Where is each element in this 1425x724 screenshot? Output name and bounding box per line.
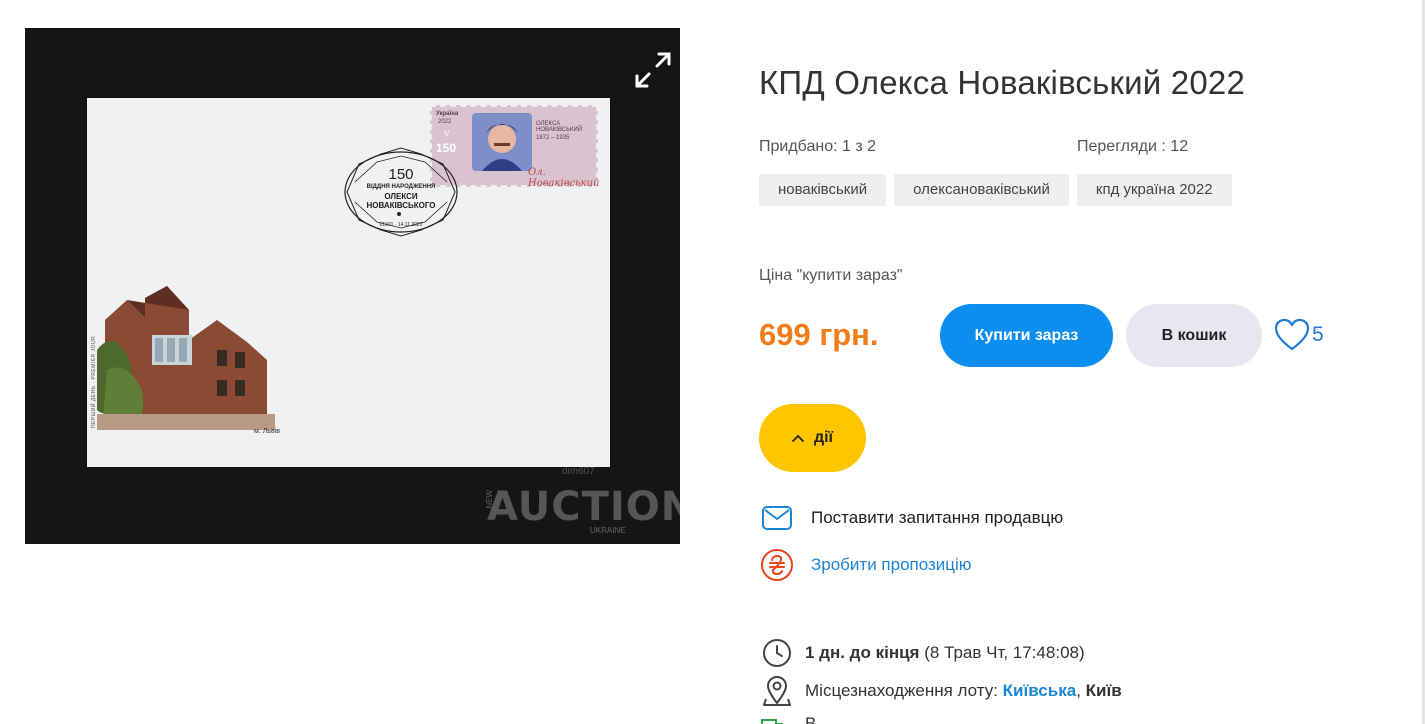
price-value: 699 грн. — [759, 317, 879, 352]
location-separator: , — [1076, 681, 1081, 700]
make-offer-label: Зробити пропозицію — [811, 555, 972, 574]
location-label: Місцезнаходження лоту: — [805, 681, 998, 700]
favorite-button[interactable]: 5 — [1274, 318, 1324, 352]
time-left-row: 1 дн. до кінця (8 Трав Чт, 17:48:08) — [760, 636, 1085, 670]
watermark-user: dim607 — [562, 466, 595, 477]
clock-icon — [760, 636, 794, 670]
lot-title: КПД Олекса Новаківський 2022 — [759, 64, 1246, 101]
delivery-row: В... — [760, 714, 831, 724]
time-left: 1 дн. до кінця — [805, 643, 920, 662]
stamp-signature: Ол. Новаківський — [528, 167, 600, 189]
actions-toggle-button[interactable]: дії — [759, 404, 866, 472]
region-link[interactable]: Київська — [1003, 681, 1077, 700]
hryvnia-icon — [760, 548, 794, 582]
heart-icon — [1274, 318, 1310, 351]
expand-icon[interactable] — [633, 50, 673, 90]
delivery-label: В... — [805, 714, 831, 724]
end-date: (8 Трав Чт, 17:48:08) — [924, 643, 1085, 662]
mail-icon — [760, 501, 794, 535]
add-to-cart-button[interactable]: В кошик — [1126, 304, 1262, 367]
chevron-up-icon — [792, 435, 804, 442]
purchased-count: Придбано: 1 з 2 — [759, 138, 877, 155]
favorites-count: 5 — [1312, 323, 1324, 346]
price-label: Ціна "купити зараз" — [759, 267, 903, 284]
make-offer-link[interactable]: Зробити пропозицію — [760, 548, 972, 582]
ask-seller-link[interactable]: Поставити запитання продавцю — [760, 501, 1063, 535]
city: Київ — [1085, 681, 1122, 700]
stamp-portrait — [472, 113, 532, 171]
envelope-image: ПЕРШИЙ ДЕНЬ · PREMIER JOUR м. Львів Укра… — [87, 98, 610, 467]
tag[interactable]: кпд україна 2022 — [1076, 174, 1232, 206]
actions-toggle-label: дії — [813, 429, 834, 446]
delivery-icon — [760, 714, 794, 724]
watermark-logo: AUCTION — [487, 484, 680, 530]
views-count: Перегляди : 12 — [1077, 138, 1189, 155]
building-illustration — [97, 280, 275, 430]
buy-now-button[interactable]: Купити зараз — [940, 304, 1113, 367]
location-pin-icon — [760, 674, 794, 708]
caption-city: м. Львів — [254, 428, 280, 435]
tag[interactable]: новаківський — [759, 174, 887, 206]
ask-seller-label: Поставити запитання продавцю — [811, 508, 1064, 527]
product-photo[interactable]: ПЕРШИЙ ДЕНЬ · PREMIER JOUR м. Львів Укра… — [25, 28, 680, 544]
tag[interactable]: олексановаківський — [894, 174, 1069, 206]
location-row: Місцезнаходження лоту: Київська, Київ — [760, 674, 1122, 708]
tag-list: новаківський олексановаківський кпд укра… — [759, 174, 1232, 206]
watermark-country: UKRAINE — [590, 526, 626, 535]
